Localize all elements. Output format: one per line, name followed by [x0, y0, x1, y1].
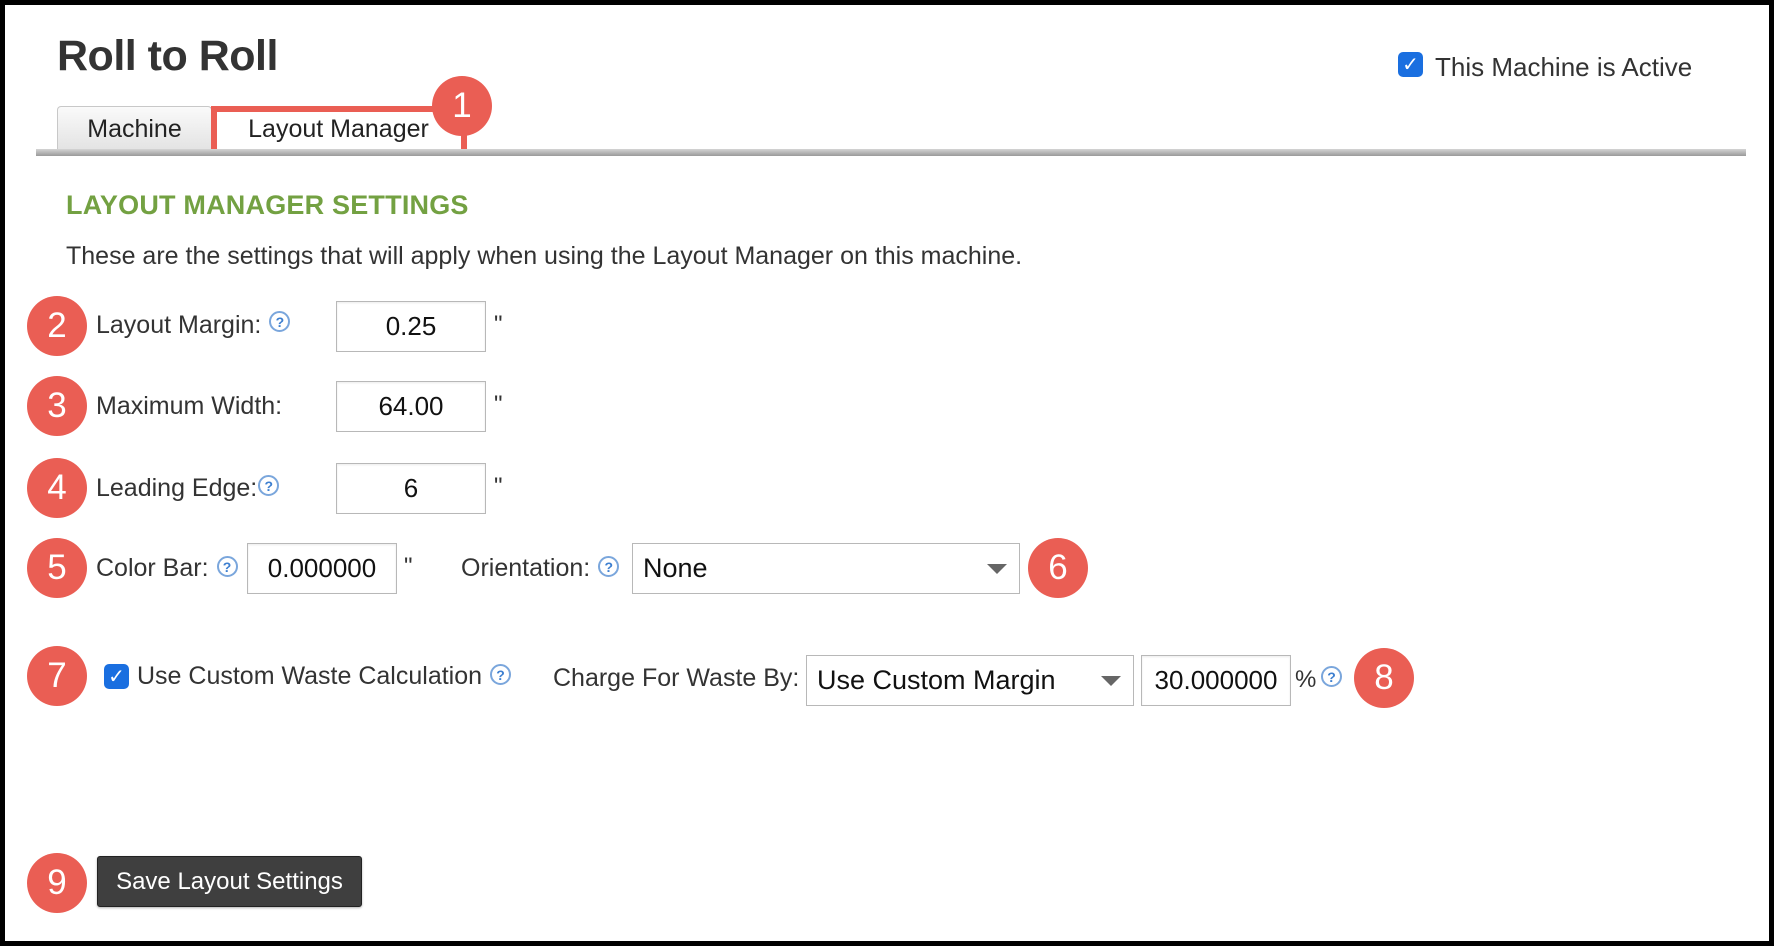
maximum-width-unit: ": [494, 391, 503, 418]
machine-active-toggle[interactable]: ✓ This Machine is Active: [1398, 46, 1692, 83]
custom-waste-label: Use Custom Waste Calculation: [137, 662, 483, 690]
checkmark-icon: ✓: [108, 665, 125, 688]
layout-margin-label-text: Layout Margin:: [96, 311, 262, 339]
color-bar-label: Color Bar: ?: [96, 554, 238, 583]
callout-badge-8: 8: [1354, 648, 1414, 708]
callout-badge-3: 3: [27, 376, 87, 436]
help-icon[interactable]: ?: [1321, 666, 1342, 687]
custom-waste-toggle[interactable]: ✓ Use Custom Waste Calculation ?: [104, 662, 512, 691]
help-icon[interactable]: ?: [269, 311, 291, 332]
callout-badge-7: 7: [27, 646, 87, 706]
help-icon[interactable]: ?: [490, 664, 512, 685]
charge-for-waste-label: Charge For Waste By:: [553, 664, 800, 692]
charge-for-waste-selected-value: Use Custom Margin: [817, 665, 1056, 695]
layout-margin-unit: ": [494, 311, 503, 338]
page-title: Roll to Roll: [57, 32, 278, 80]
layout-margin-label: Layout Margin: ?: [96, 311, 291, 340]
callout-badge-9: 9: [27, 853, 87, 913]
leading-edge-label-text: Leading Edge:: [96, 474, 258, 502]
orientation-select[interactable]: None: [632, 543, 1020, 594]
save-layout-settings-button[interactable]: Save Layout Settings: [97, 856, 362, 907]
leading-edge-unit: ": [494, 473, 503, 500]
machine-active-checkbox[interactable]: ✓: [1398, 52, 1423, 77]
color-bar-input[interactable]: 0.000000: [247, 543, 397, 594]
orientation-label-text: Orientation:: [461, 554, 591, 582]
color-bar-unit: ": [404, 553, 413, 580]
checkmark-icon: ✓: [1402, 53, 1419, 76]
section-title: LAYOUT MANAGER SETTINGS: [66, 190, 469, 220]
tab-underline: [36, 149, 1746, 156]
orientation-label: Orientation: ?: [461, 554, 620, 583]
chevron-down-icon: [987, 564, 1007, 574]
help-icon[interactable]: ?: [216, 556, 238, 577]
callout-badge-6: 6: [1028, 538, 1088, 598]
custom-margin-unit: %: [1295, 666, 1317, 693]
tab-machine[interactable]: Machine: [57, 106, 212, 152]
color-bar-label-text: Color Bar:: [96, 554, 209, 582]
layout-margin-input[interactable]: 0.25: [336, 301, 486, 352]
charge-for-waste-select[interactable]: Use Custom Margin: [806, 655, 1134, 706]
leading-edge-label: Leading Edge: ?: [96, 474, 280, 503]
callout-badge-5: 5: [27, 538, 87, 598]
help-icon[interactable]: ?: [258, 475, 280, 496]
maximum-width-input[interactable]: 64.00: [336, 381, 486, 432]
callout-badge-4: 4: [27, 458, 87, 518]
section-description: These are the settings that will apply w…: [66, 242, 1023, 270]
callout-badge-1: 1: [432, 76, 492, 136]
maximum-width-label: Maximum Width:: [96, 392, 283, 420]
custom-waste-checkbox[interactable]: ✓: [104, 664, 129, 689]
orientation-selected-value: None: [643, 553, 708, 583]
custom-margin-input[interactable]: 30.000000: [1141, 655, 1291, 706]
leading-edge-input[interactable]: 6: [336, 463, 486, 514]
chevron-down-icon: [1101, 676, 1121, 686]
machine-active-label: This Machine is Active: [1435, 52, 1693, 82]
help-icon[interactable]: ?: [598, 556, 620, 577]
callout-badge-2: 2: [27, 296, 87, 356]
